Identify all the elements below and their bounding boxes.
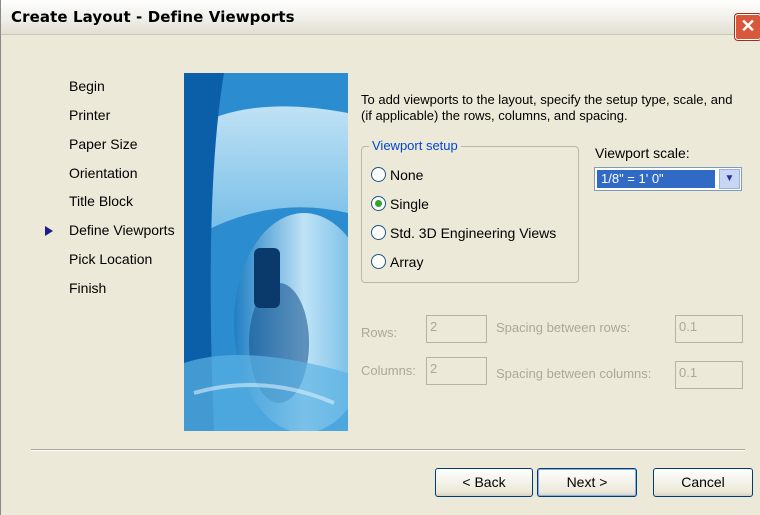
cancel-button[interactable]: Cancel bbox=[653, 468, 753, 497]
create-layout-dialog: Create Layout - Define Viewports ✕ Begin… bbox=[0, 0, 760, 515]
viewport-scale-value: 1/8" = 1' 0" bbox=[597, 170, 715, 188]
step-define-viewports: Define Viewports bbox=[69, 222, 175, 238]
close-button[interactable]: ✕ bbox=[735, 14, 760, 40]
title-bar[interactable]: Create Layout - Define Viewports bbox=[1, 0, 760, 35]
window-title: Create Layout - Define Viewports bbox=[11, 8, 295, 26]
radio-single[interactable]: Single bbox=[371, 196, 429, 212]
spacing-rows-label: Spacing between rows: bbox=[496, 320, 631, 335]
radio-button-icon[interactable] bbox=[371, 254, 386, 269]
step-pick-location: Pick Location bbox=[69, 251, 153, 267]
chevron-down-icon[interactable]: ▼ bbox=[719, 169, 740, 189]
radio-array[interactable]: Array bbox=[371, 254, 423, 270]
viewport-scale-select[interactable]: 1/8" = 1' 0" ▼ bbox=[594, 167, 742, 191]
current-step-arrow-icon bbox=[45, 226, 53, 236]
step-title-block: Title Block bbox=[69, 193, 134, 209]
viewport-setup-legend: Viewport setup bbox=[369, 138, 461, 153]
instructions-text: To add viewports to the layout, specify … bbox=[361, 92, 733, 123]
rows-input[interactable]: 2 bbox=[426, 315, 487, 343]
radio-none[interactable]: None bbox=[371, 167, 423, 183]
rows-label: Rows: bbox=[361, 325, 398, 340]
step-paper-size: Paper Size bbox=[69, 136, 138, 152]
radio-array-label: Array bbox=[390, 254, 424, 270]
back-button[interactable]: < Back bbox=[435, 468, 533, 497]
step-orientation: Orientation bbox=[69, 165, 138, 181]
next-button[interactable]: Next > bbox=[537, 468, 637, 497]
spacing-columns-input[interactable]: 0.1 bbox=[675, 361, 743, 389]
radio-button-checked-icon[interactable] bbox=[371, 196, 386, 211]
radio-std-3d-engineering-views[interactable]: Std. 3D Engineering Views bbox=[371, 225, 556, 241]
spacing-columns-label: Spacing between columns: bbox=[496, 366, 652, 381]
close-icon: ✕ bbox=[740, 16, 756, 36]
wizard-illustration bbox=[184, 73, 348, 431]
step-finish: Finish bbox=[69, 280, 107, 296]
columns-input[interactable]: 2 bbox=[426, 357, 487, 385]
columns-label: Columns: bbox=[361, 363, 416, 378]
spacing-rows-input[interactable]: 0.1 bbox=[675, 315, 743, 343]
radio-none-label: None bbox=[390, 167, 424, 183]
radio-std-3d-label: Std. 3D Engineering Views bbox=[390, 225, 557, 241]
footer-separator bbox=[31, 449, 745, 451]
step-printer: Printer bbox=[69, 107, 111, 123]
step-begin: Begin bbox=[69, 78, 105, 94]
radio-button-icon[interactable] bbox=[371, 167, 386, 182]
radio-button-icon[interactable] bbox=[371, 225, 386, 240]
viewport-scale-label: Viewport scale: bbox=[595, 145, 690, 161]
radio-single-label: Single bbox=[390, 196, 429, 212]
